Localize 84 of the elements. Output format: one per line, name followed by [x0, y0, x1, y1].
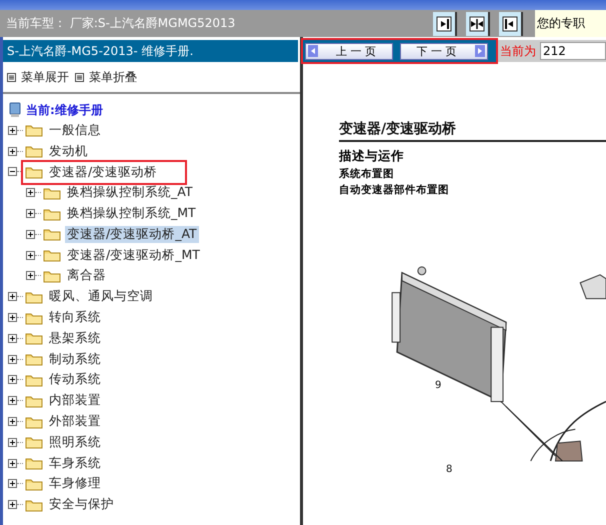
folder-icon [43, 248, 61, 262]
folder-icon [25, 290, 43, 304]
expand-icon[interactable] [8, 417, 17, 426]
tree-item[interactable]: 转向系统 [47, 309, 103, 326]
folder-icon [25, 414, 43, 429]
expand-icon[interactable] [8, 396, 17, 406]
expand-icon[interactable] [26, 271, 35, 280]
tree-item[interactable]: 悬架系统 [47, 330, 103, 347]
tree-item[interactable]: 照明系统 [47, 434, 103, 451]
folder-icon [25, 456, 43, 470]
expand-icon[interactable] [8, 479, 17, 488]
open-folder-icon [25, 165, 43, 179]
expand-icon[interactable] [8, 375, 17, 384]
previous-page-button[interactable]: 上 一 页 [305, 42, 393, 60]
folder-icon [25, 394, 43, 408]
folder-icon [25, 144, 43, 158]
folder-icon [25, 310, 43, 325]
page-number-field[interactable]: 212 [540, 42, 606, 60]
tree-item[interactable]: 安全与保护 [47, 496, 116, 514]
expand-icon[interactable] [8, 292, 17, 302]
expand-icon[interactable] [8, 438, 17, 447]
splitter[interactable] [300, 37, 303, 525]
next-page-button[interactable]: 下 一 页 [400, 42, 488, 60]
leader-line [506, 406, 563, 462]
expand-icon[interactable] [8, 126, 17, 135]
expand-icon[interactable] [8, 313, 17, 322]
tree-item[interactable]: 车身修理 [47, 475, 103, 492]
expand-icon[interactable] [26, 209, 35, 218]
folder-icon [43, 186, 61, 200]
folder-icon [43, 206, 61, 221]
expand-icon[interactable] [26, 250, 35, 260]
folder-icon [25, 331, 43, 346]
folder-icon [25, 123, 43, 138]
folder-icon [25, 372, 43, 387]
tree-item[interactable]: 变速器/变速驱动桥_MT [65, 246, 202, 264]
right-arrow-icon [474, 45, 484, 57]
tree-item[interactable]: 暖风、通风与空调 [47, 288, 155, 306]
book-icon [8, 102, 22, 118]
page-label: 当前为 [500, 42, 536, 60]
tree-item[interactable]: 外部装置 [47, 413, 103, 430]
menu-icon [7, 72, 16, 82]
leader-line [500, 401, 556, 457]
model-label: 当前车型： 厂家:S-上汽名爵MGMG52013 [5, 15, 236, 32]
expand-icon[interactable] [8, 500, 17, 510]
folder-icon [25, 352, 43, 366]
expand-icon[interactable] [8, 146, 17, 156]
tree-item[interactable]: 换档操纵控制系统_MT [65, 205, 198, 222]
menu-action-link[interactable]: 菜单展开 [21, 68, 69, 86]
tree-item[interactable]: 内部装置 [47, 392, 103, 410]
folder-icon [43, 227, 61, 242]
document-title: 变速器/变速驱动桥 [339, 120, 606, 142]
tree-item[interactable]: 换档操纵控制系统_AT [65, 184, 194, 202]
menu-icon [75, 72, 84, 82]
expand-icon[interactable] [26, 230, 35, 239]
folder-icon [25, 498, 43, 512]
tree-root-label: 当前:维修手册 [26, 102, 103, 118]
folder-icon [25, 435, 43, 450]
callout-number: 8 [446, 464, 452, 475]
tree-item[interactable]: 发动机 [47, 142, 90, 160]
tree-item[interactable]: 变速器/变速驱动桥_AT [65, 226, 199, 243]
subsection-heading: 系统布置图 [339, 167, 395, 181]
expand-icon[interactable] [8, 354, 17, 364]
layout-toggle-button[interactable] [466, 12, 490, 36]
manual-title: S-上汽名爵-MG5-2013- 维修手册. [3, 40, 298, 62]
tree-item[interactable]: 制动系统 [47, 350, 103, 368]
expand-icon[interactable] [8, 458, 17, 468]
tree-item[interactable]: 离合器 [65, 267, 108, 284]
folder-icon [43, 268, 61, 283]
layout-toggle-button[interactable] [499, 12, 523, 36]
folder-icon [25, 476, 43, 491]
left-arrow-icon [308, 45, 318, 57]
callout-number: 9 [435, 380, 442, 391]
section-heading: 描述与运作 [339, 148, 405, 165]
expand-icon[interactable] [8, 334, 17, 343]
subsection-heading: 自动变速器部件布置图 [339, 183, 450, 197]
layout-toggle-button[interactable] [433, 12, 457, 36]
tree-item[interactable]: 变速器/变速驱动桥 [47, 164, 160, 180]
tree-item[interactable]: 车身系统 [47, 454, 103, 472]
tree-item[interactable]: 传动系统 [47, 371, 103, 388]
expand-icon[interactable] [26, 188, 35, 198]
tree-item[interactable]: 一般信息 [47, 122, 103, 139]
collapse-icon[interactable] [8, 167, 17, 176]
menu-action-link[interactable]: 菜单折叠 [89, 68, 137, 86]
notice-text: 您的专职 [535, 10, 606, 37]
